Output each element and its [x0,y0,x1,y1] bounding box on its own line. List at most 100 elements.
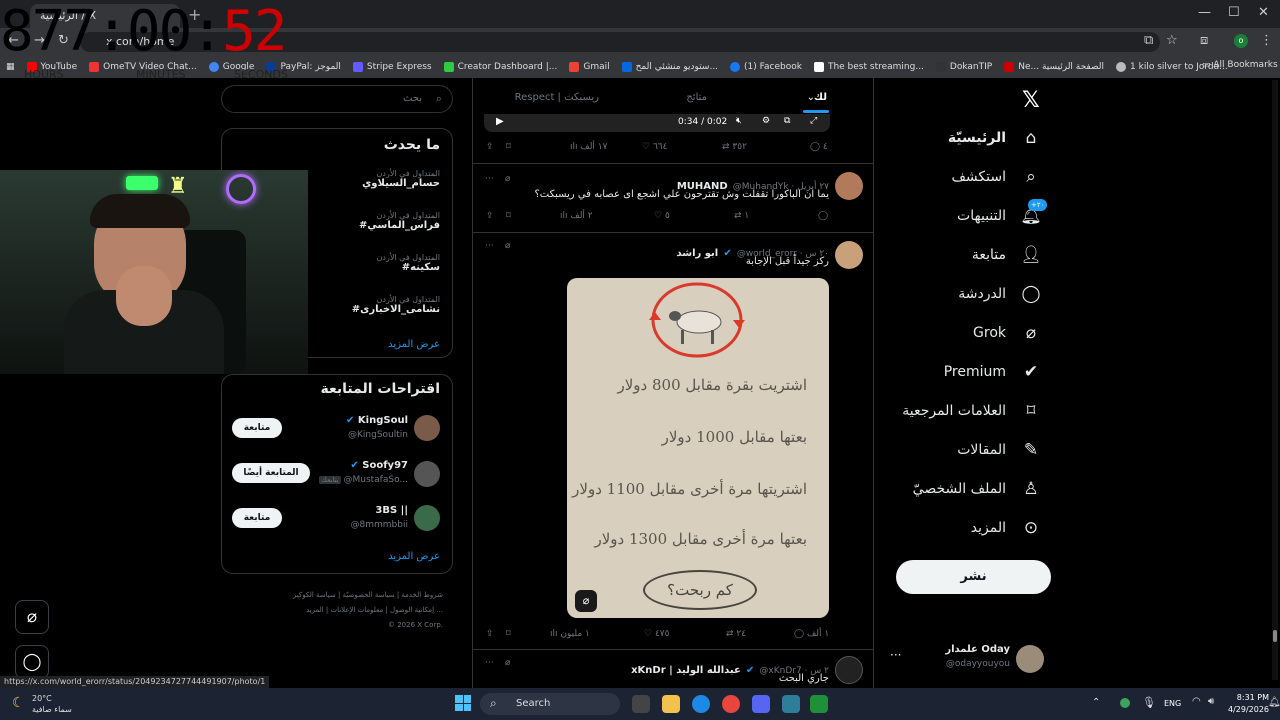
edge-icon[interactable] [692,695,710,713]
bookmark-gmail[interactable]: Gmail [569,62,610,72]
file-explorer-icon[interactable] [662,695,680,713]
maximize-button[interactable]: ☐ [1228,5,1240,20]
footer-cookies[interactable]: سياسة الكوكيز [293,591,336,599]
trends-show-more[interactable]: عرض المزيد [388,339,440,350]
grok-icon[interactable]: ⌀ [505,658,510,668]
tweet-author[interactable]: xKnDr | عبدالله الوليد [631,665,741,676]
microphone-icon[interactable]: 🎙︎ [1142,696,1156,709]
profile-avatar[interactable]: o [1234,34,1248,48]
extensions-icon[interactable]: ⧈ [1200,33,1208,48]
reply-count[interactable]: ◯ ١ ألف [794,629,829,639]
nav-grok[interactable]: Grok ⌀ [973,317,1042,349]
install-icon[interactable]: ⧉ [1144,33,1153,48]
tray-chevron-icon[interactable]: ⌃ [1092,697,1100,708]
play-icon[interactable]: ▶ [496,116,504,127]
grok-float-button[interactable]: ⌀ [15,600,49,634]
share-icon[interactable]: ⇪ [486,629,494,639]
obs-icon[interactable] [810,695,828,713]
follow-show-more[interactable]: عرض المزيد [388,551,440,562]
footer-privacy[interactable]: سياسة الخصوصيّة [343,591,395,599]
follow-button[interactable]: متابعة [232,418,282,438]
reply-count[interactable]: ◯ ٤ [810,142,828,152]
more-dots-icon[interactable]: ··· [485,174,494,184]
footer-terms[interactable]: شروط الخدمة [401,591,443,599]
follow-button[interactable]: متابعة [232,508,282,528]
suggestion-name[interactable]: 3BS || [375,505,408,516]
suggestion-name[interactable]: ✔ KingSoul [346,415,408,426]
nav-bookmarks[interactable]: العلامات المرجعية ⌑ [902,395,1042,427]
footer-ads-info[interactable]: معلومات الإعلانات [330,606,383,614]
footer-accessibility[interactable]: إمكانية الوصول [390,606,434,614]
post-button[interactable]: نشر [896,560,1051,594]
views-count[interactable]: ılı ١ مليون [550,629,590,639]
grok-image-icon[interactable]: ⌀ [575,590,597,612]
minimize-button[interactable]: — [1198,5,1211,20]
bookmark-studio[interactable]: ستوديو منشئي المح... [621,62,718,72]
nav-chat[interactable]: الدردشة ◯ [958,278,1042,310]
nav-following[interactable]: متابعة 👤︎ [972,239,1042,271]
views-count[interactable]: ılı ١٧ ألف [570,142,607,152]
retweet-count[interactable]: ⇄ ٢٤ [726,629,746,639]
clock[interactable]: 8:31 PM 4/29/2026 [1228,692,1269,716]
more-dots-icon[interactable]: ··· [890,648,901,662]
bookmark-streaming[interactable]: The best streaming... [813,62,924,72]
reply-icon[interactable]: ◯ [818,211,828,221]
pip-icon[interactable]: ⧉ [784,116,790,126]
nav-articles[interactable]: المقالات ✎ [957,434,1042,466]
chrome-icon[interactable] [722,695,740,713]
avatar[interactable] [414,505,440,531]
notification-bell-icon[interactable]: 🔔︎ [1268,697,1280,708]
bookmark-creator[interactable]: Creator Dashboard |... [443,62,557,72]
taskbar-search[interactable]: ⌕ Search [480,693,620,715]
all-bookmarks[interactable]: ▭ All Bookmarks [1202,60,1278,70]
grok-icon[interactable]: ⌀ [505,241,510,251]
star-icon[interactable]: ☆ [1166,33,1178,48]
share-icon[interactable]: ⇪ [486,142,494,152]
video-player[interactable]: ▶ 0:34 / 0:02 🔇︎ ⚙ ⧉ ⤢ [484,114,830,132]
account-switcher[interactable]: علمدار Oday @odayyouyou ··· [890,640,1050,680]
bookmark-icon[interactable]: ⌑ [506,629,511,639]
tweet-muhand[interactable]: MUHAND @MuhandYk · ٢٧ أبريل يما ان الباك… [473,164,873,232]
follow-back-button[interactable]: المتابعة أيضًا [232,463,310,483]
views-count[interactable]: ılı ٢ ألف [560,211,593,221]
chevron-down-icon[interactable]: ⌄ [807,92,815,103]
task-view-icon[interactable] [632,695,650,713]
nav-notifications[interactable]: التنبيهات 🔔︎ +٢٠ [957,199,1048,232]
language-indicator[interactable]: ENG [1164,699,1181,708]
like-count[interactable]: ♡ ٤٧٥ [644,629,669,639]
bookmark-dokantip[interactable]: DokanTIP [935,62,992,72]
share-icon[interactable]: ⇪ [486,211,494,221]
weather-widget[interactable]: 20°C سماء صافية [32,693,72,715]
windows-start-icon[interactable] [455,695,471,711]
bookmark-home[interactable]: Ne... الصفحة الرئيسية [1004,62,1104,72]
fullscreen-icon[interactable]: ⤢ [810,116,817,126]
bookmark-icon[interactable]: ⌑ [506,211,511,221]
retweet-count[interactable]: ⇄ ١ [734,211,749,221]
like-count[interactable]: ♡ ٥ [654,211,670,221]
retweet-count[interactable]: ⇄ ٣٥٢ [722,142,747,152]
tab-respect[interactable]: Respect | ريسبكت [515,92,599,103]
discord-icon[interactable] [752,695,770,713]
like-count[interactable]: ♡ ٦٦٤ [642,142,667,152]
tweet-image[interactable]: اشتريت بقرة مقابل 800 دولار بعتها مقابل … [567,278,829,618]
more-dots-icon[interactable]: ··· [485,241,494,251]
suggestion-name[interactable]: ✔ Soofy97 [350,460,408,471]
nav-premium[interactable]: Premium ✔ [944,356,1042,388]
more-dots-icon[interactable]: ··· [485,658,494,668]
avatar[interactable] [414,461,440,487]
bookmark-stripe[interactable]: Stripe Express [352,62,432,72]
search-input[interactable]: بحث ⌕ [221,85,453,113]
nav-home[interactable]: الرئيسيّة ⌂ [948,122,1042,154]
scrollbar[interactable] [1272,80,1278,680]
x-logo[interactable]: 𝕏 [1022,88,1040,113]
tab-results[interactable]: متائج [686,92,707,103]
bookmark-icon[interactable]: ⌑ [506,142,511,152]
avatar[interactable] [414,415,440,441]
close-window-button[interactable]: ✕ [1258,5,1269,20]
nav-profile[interactable]: الملف الشخصيّ ♙ [913,473,1042,505]
wifi-icon[interactable]: ◠ [1192,696,1201,707]
mute-icon[interactable]: 🔇︎ [736,116,742,126]
tweet-author[interactable]: ابو راشد [677,248,719,259]
tweet-xkndr[interactable]: xKnDr | عبدالله الوليد ✔ @xKnDr7 · ٢ س ج… [473,650,873,688]
settings-icon[interactable]: ⚙ [762,116,770,126]
